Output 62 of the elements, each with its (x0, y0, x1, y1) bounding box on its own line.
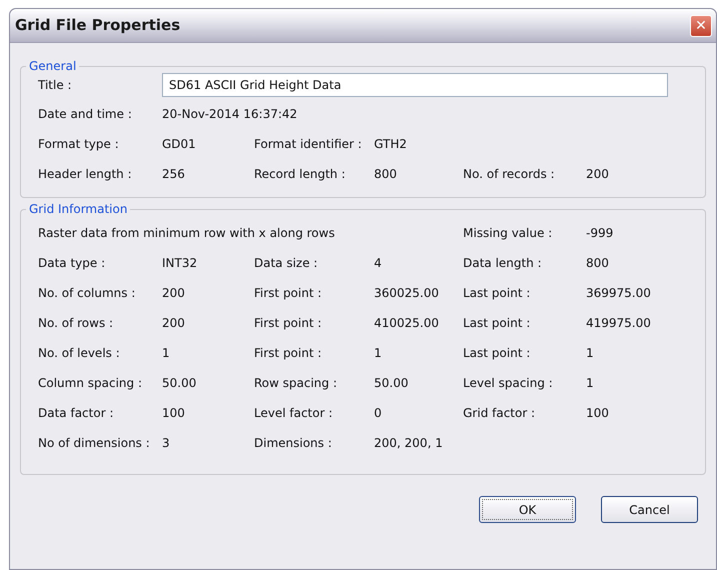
field-label: Data type : (38, 255, 106, 272)
field-value: 0 (374, 405, 383, 422)
field-value: -999 (586, 225, 614, 242)
field-value: 200 (162, 315, 186, 332)
field-value: 800 (374, 166, 398, 183)
field-value: 360025.00 (374, 285, 440, 302)
field-value: INT32 (162, 255, 198, 272)
field-value: 200 (162, 285, 186, 302)
field-value: GTH2 (374, 136, 407, 153)
field-label: No. of rows : (38, 315, 114, 332)
field-label: Date and time : (38, 106, 133, 123)
field-value: 100 (162, 405, 186, 422)
field-label: Missing value : (463, 225, 554, 242)
field-label: Record length : (254, 166, 346, 183)
field-label: Title : (38, 77, 73, 94)
field-label: Last point : (463, 285, 532, 302)
field-label: Data size : (254, 255, 319, 272)
field-label: Data factor : (38, 405, 114, 422)
field-label: Level spacing : (463, 375, 554, 392)
field-label: No of dimensions : (38, 435, 151, 452)
field-label: Format identifier : (254, 136, 363, 153)
field-value: 4 (374, 255, 383, 272)
field-value: 20-Nov-2014 16:37:42 (162, 106, 298, 123)
field-value: 200 (586, 166, 609, 183)
group-legend: General (26, 57, 80, 75)
dialog-button[interactable]: Cancel (601, 496, 698, 523)
field-value: GD01 (162, 136, 197, 153)
field-label: First point : (254, 345, 323, 362)
field-label: First point : (254, 315, 323, 332)
field-label: Level factor : (254, 405, 334, 422)
field-label: Header length : (38, 166, 133, 183)
field-label: Row spacing : (254, 375, 338, 392)
field-label: No. of records : (463, 166, 556, 183)
field-value: 3 (162, 435, 171, 452)
field-value: 410025.00 (374, 315, 440, 332)
dialog-button[interactable]: OK (479, 496, 576, 523)
field-label: Last point : (463, 315, 532, 332)
field-value: 369975.00 (586, 285, 651, 302)
field-label: Data length : (463, 255, 543, 272)
field-value: 1 (162, 345, 171, 362)
field-value: 50.00 (162, 375, 198, 392)
title-input[interactable]: SD61 ASCII Grid Height Data (162, 73, 668, 97)
field-value: 256 (162, 166, 186, 183)
field-value: 200, 200, 1 (374, 435, 443, 452)
field-label: Dimensions : (254, 435, 333, 452)
field-label: Format type : (38, 136, 120, 153)
field-value: 50.00 (374, 375, 410, 392)
field-label: No. of levels : (38, 345, 121, 362)
group-legend: Grid Information (26, 200, 130, 218)
field-value: 1 (586, 345, 594, 362)
window-title: Grid File Properties (14, 15, 180, 36)
field-value: 1 (586, 375, 594, 392)
field-label: Column spacing : (38, 375, 144, 392)
field-value: 419975.00 (586, 315, 651, 332)
field-label: First point : (254, 285, 323, 302)
field-value: 1 (374, 345, 383, 362)
note-text: Raster data from minimum row with x along rows (38, 225, 336, 242)
field-value: 100 (586, 405, 609, 422)
field-value: 800 (586, 255, 609, 272)
field-label: Last point : (463, 345, 532, 362)
field-label: No. of columns : (38, 285, 136, 302)
field-label: Grid factor : (463, 405, 536, 422)
